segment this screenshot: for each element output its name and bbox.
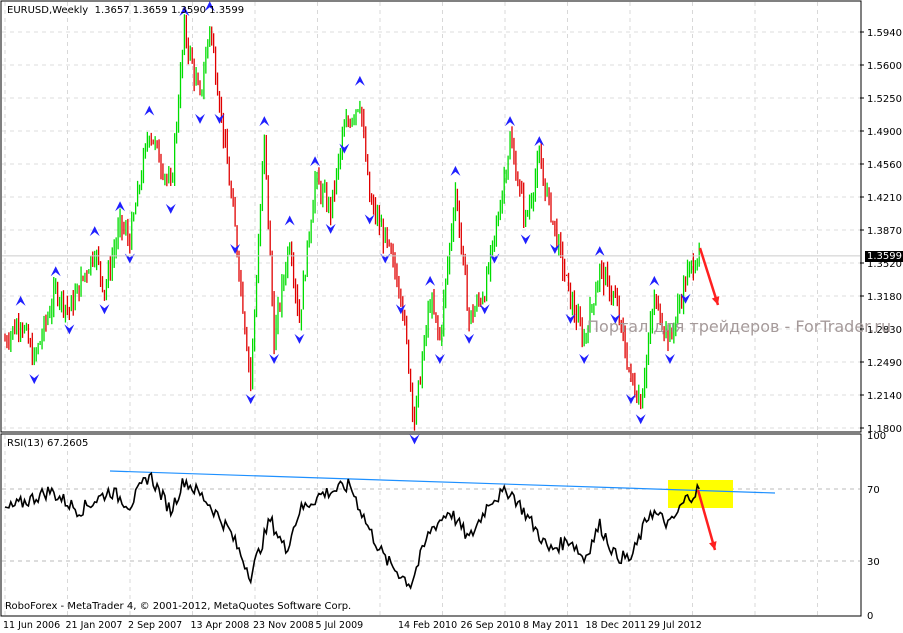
fractal-down-icon <box>635 414 646 425</box>
symbol-title: EURUSD,Weekly <box>7 5 89 16</box>
open-value: 1.3657 <box>94 5 130 16</box>
low-value: 1.3590 <box>170 5 206 16</box>
date-tick-label: 26 Sep 2010 <box>461 620 521 631</box>
watermark: Портал для трейдеров - ForTrader.ru <box>587 317 892 336</box>
price-tick-label: 1.4560 <box>867 160 902 171</box>
fractal-down-icon <box>380 253 391 264</box>
date-tick-label: 13 Apr 2008 <box>191 620 250 631</box>
fractal-down-icon <box>464 333 475 344</box>
chart-window: 1.5940 1.5600 1.5250 1.4900 1.4560 1.4210 1.38… <box>0 0 903 633</box>
price-tick-label: 1.2490 <box>867 358 902 369</box>
fractal-up-icon <box>534 136 545 147</box>
fractal-up-icon <box>354 75 365 86</box>
date-tick-label: 11 Jun 2006 <box>3 620 60 631</box>
fractal-down-icon <box>124 253 135 264</box>
fractal-up-icon <box>505 116 516 127</box>
fractal-up-icon <box>284 215 295 226</box>
price-tick-label: 1.2140 <box>867 391 902 402</box>
fractal-up-icon <box>15 295 26 306</box>
fractal-down-icon <box>409 434 420 445</box>
fractal-up-icon <box>50 266 61 277</box>
price-tick-label: 1.3870 <box>867 226 902 237</box>
chart-title-readout: EURUSD,Weekly 1.3657 1.3659 1.3590 1.359… <box>7 5 244 16</box>
fractal-down-icon <box>294 333 305 344</box>
fractal-up-icon <box>649 275 660 286</box>
fractal-down-icon <box>245 394 256 405</box>
main-panel-border <box>0 0 862 433</box>
fractal-up-icon <box>450 165 461 176</box>
fractal-up-icon <box>144 105 155 116</box>
rsi-tick-label: 30 <box>867 557 880 568</box>
fractal-up-icon <box>310 156 321 167</box>
date-tick-label: 29 Jul 2012 <box>648 620 702 631</box>
fractal-down-icon <box>479 304 490 315</box>
price-tick-label: 1.5940 <box>867 28 902 39</box>
fractal-down-icon <box>325 223 336 234</box>
fractal-down-icon <box>165 203 176 214</box>
fractal-down-icon <box>64 324 75 335</box>
date-tick-label: 2 Sep 2007 <box>128 620 182 631</box>
fractal-down-icon <box>520 234 531 245</box>
fractal-down-icon <box>625 394 636 405</box>
current-price-label: 1.3599 <box>865 251 903 262</box>
fractal-down-icon <box>195 113 205 124</box>
price-tick-label: 1.5250 <box>867 94 902 105</box>
price-tick-label: 1.5600 <box>867 61 902 72</box>
copyright-text: RoboForex - MetaTrader 4, © 2001-2012, M… <box>5 601 352 612</box>
date-tick-label: 23 Nov 2008 <box>253 620 314 631</box>
close-value: 1.3599 <box>209 5 245 16</box>
fractal-down-icon <box>29 374 40 385</box>
rsi-highlight-box <box>668 480 733 508</box>
rsi-label: RSI(13) 67.2605 <box>7 438 89 449</box>
price-tick-label: 1.4210 <box>867 193 902 204</box>
rsi-tick-label: 70 <box>867 485 880 496</box>
fractal-down-icon <box>99 304 110 315</box>
fractal-up-icon <box>89 226 100 237</box>
price-forecast-arrow-head-icon <box>711 296 720 305</box>
date-tick-label: 14 Feb 2010 <box>398 620 457 631</box>
date-tick-label: 21 Jan 2007 <box>66 620 123 631</box>
fractal-up-icon <box>594 246 605 257</box>
rsi-tick-label: 100 <box>867 431 886 442</box>
date-tick-label: 18 Dec 2011 <box>586 620 647 631</box>
price-tick-label: 1.3180 <box>867 292 902 303</box>
fractal-up-icon <box>425 275 436 286</box>
fractal-up-icon <box>259 116 270 127</box>
fractal-down-icon <box>364 214 375 225</box>
date-tick-label: 8 May 2011 <box>523 620 579 631</box>
price-tick-label: 1.4900 <box>867 127 902 138</box>
date-tick-label: 5 Jul 2009 <box>316 620 364 631</box>
high-value: 1.3659 <box>132 5 168 16</box>
rsi-tick-label: 0 <box>867 611 873 622</box>
rsi-line <box>4 471 700 590</box>
